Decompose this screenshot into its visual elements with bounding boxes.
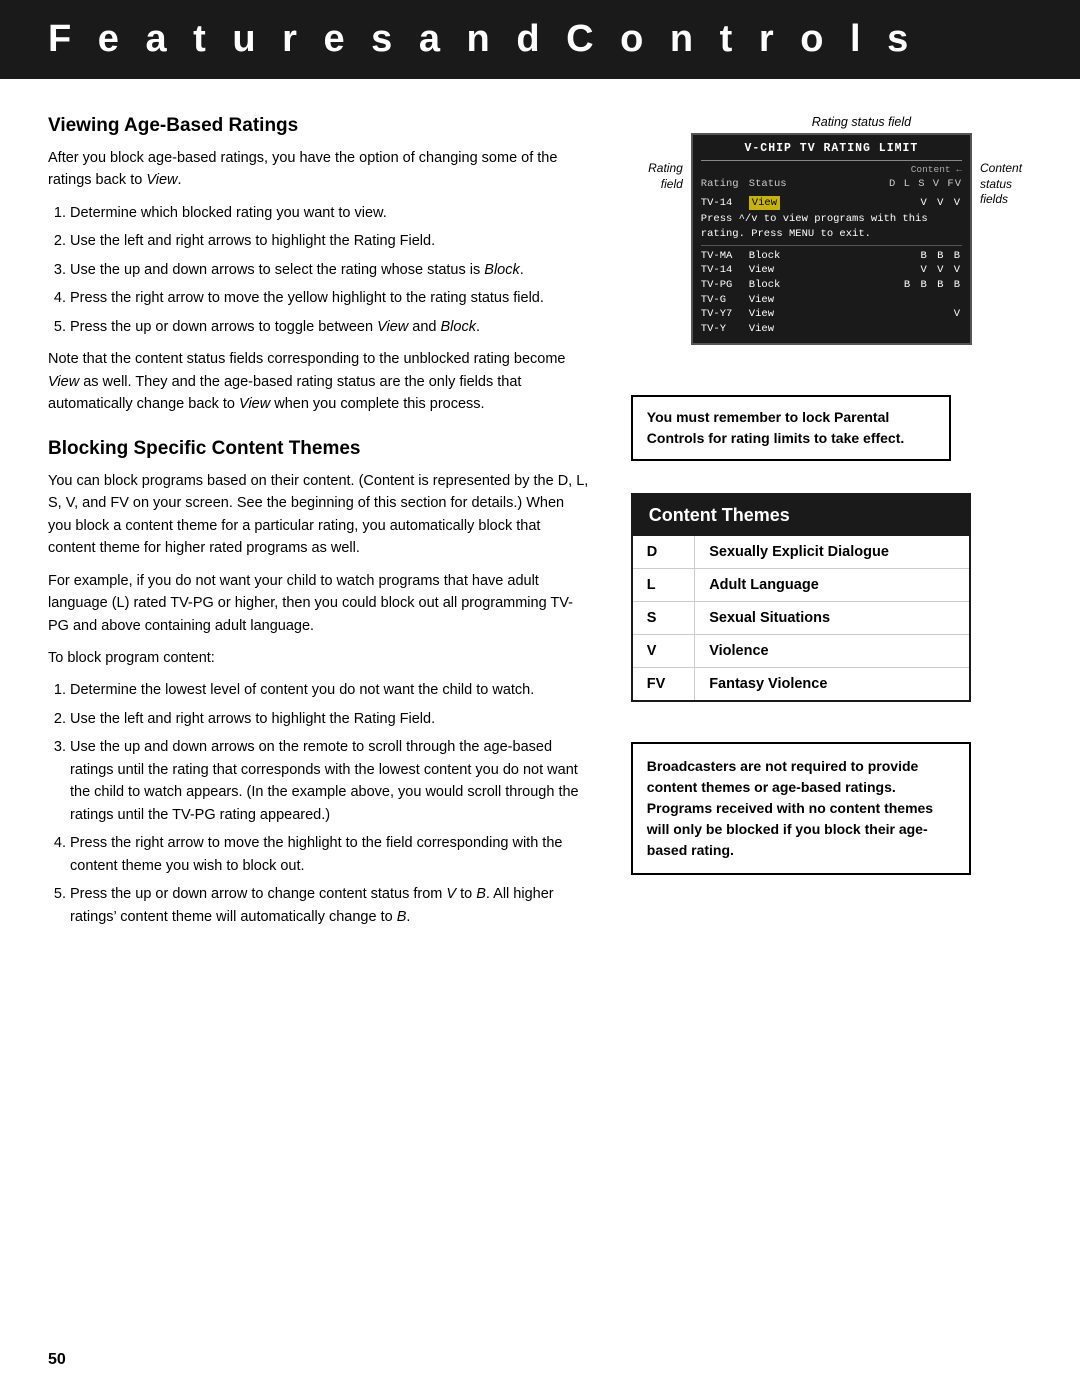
tv-row-tv14: TV-14 View V V V — [701, 263, 962, 278]
tv-row-tvma: TV-MA Block B B B — [701, 249, 962, 264]
tv-row-tvpg: TV-PG Block B B B B — [701, 278, 962, 293]
code-l: L — [633, 568, 695, 601]
highlighted-cols: V V V — [801, 196, 962, 211]
note-text: You must remember to lock Parental Contr… — [647, 409, 904, 446]
desc-sexual-situations: Sexual Situations — [695, 601, 969, 634]
section1-note: Note that the content status fields corr… — [48, 348, 591, 415]
label-fields: fields — [980, 192, 1032, 208]
step-item: Use the up and down arrows to select the… — [70, 259, 591, 281]
step-item: Determine the lowest level of content yo… — [70, 679, 591, 701]
step-item: Press the up or down arrow to change con… — [70, 883, 591, 928]
page-number: 50 — [48, 1351, 66, 1369]
table-row: V Violence — [633, 634, 969, 667]
desc-fantasy-violence: Fantasy Violence — [695, 667, 969, 700]
tv-row-tvy7: TV-Y7 View V — [701, 307, 962, 322]
table-row: L Adult Language — [633, 568, 969, 601]
step-item: Press the up or down arrows to toggle be… — [70, 316, 591, 338]
section-viewing-age-based: Viewing Age-Based Ratings After you bloc… — [48, 115, 591, 416]
step-item: Press the right arrow to move the highli… — [70, 832, 591, 877]
label-content: Content — [980, 161, 1032, 177]
section1-steps: Determine which blocked rating you want … — [70, 202, 591, 338]
diagram-label-top: Rating status field — [691, 115, 1032, 129]
diagram-wrapper: Rating field V-CHIP TV RATING LIMIT Cont… — [631, 133, 1032, 345]
tv-row-tvg: TV-G View — [701, 293, 962, 308]
section2-para1: You can block programs based on their co… — [48, 470, 591, 560]
code-s: S — [633, 601, 695, 634]
diagram-right-labels: Content status fields — [980, 133, 1032, 208]
tv-highlighted-row: TV-14 View V V V — [701, 196, 962, 211]
step-item: Use the left and right arrows to highlig… — [70, 230, 591, 252]
step-item: Use the left and right arrows to highlig… — [70, 708, 591, 730]
content-themes-box: Content Themes D Sexually Explicit Dialo… — [631, 493, 971, 702]
label-rating: Rating — [648, 161, 683, 177]
parental-controls-note: You must remember to lock Parental Contr… — [631, 395, 951, 461]
highlighted-status: View — [749, 196, 801, 211]
diagram-left-labels: Rating field — [631, 133, 683, 192]
content-themes-table: D Sexually Explicit Dialogue L Adult Lan… — [633, 536, 969, 700]
table-row: FV Fantasy Violence — [633, 667, 969, 700]
section2-steps: Determine the lowest level of content yo… — [70, 679, 591, 928]
section2-para2: For example, if you do not want your chi… — [48, 570, 591, 637]
code-v: V — [633, 634, 695, 667]
table-row: D Sexually Explicit Dialogue — [633, 536, 969, 569]
section1-intro: After you block age-based ratings, you h… — [48, 147, 591, 192]
step-item: Determine which blocked rating you want … — [70, 202, 591, 224]
col-header-rating: Rating — [701, 177, 749, 192]
step-item: Press the right arrow to move the yellow… — [70, 287, 591, 309]
bottom-note-text: Broadcasters are not required to provide… — [647, 758, 933, 858]
tv-row-tvy: TV-Y View — [701, 322, 962, 337]
page-header: F e a t u r e s a n d C o n t r o l s — [0, 0, 1080, 79]
tv-title: V-CHIP TV RATING LIMIT — [701, 141, 962, 161]
left-column: Viewing Age-Based Ratings After you bloc… — [48, 115, 591, 938]
section2-heading: Blocking Specific Content Themes — [48, 438, 591, 460]
tv-screen: V-CHIP TV RATING LIMIT Content ← Rating … — [691, 133, 972, 345]
content-themes-title: Content Themes — [633, 495, 969, 536]
highlighted-rating: TV-14 — [701, 196, 749, 211]
code-d: D — [633, 536, 695, 569]
content-arrow-label: Content ← — [801, 163, 962, 177]
section1-heading: Viewing Age-Based Ratings — [48, 115, 591, 137]
desc-violence: Violence — [695, 634, 969, 667]
col-header-status: Status — [749, 177, 801, 192]
step-item: Use the up and down arrows on the remote… — [70, 736, 591, 826]
tv-msg: Press ^/v to view programs with this rat… — [701, 212, 962, 240]
table-row: S Sexual Situations — [633, 601, 969, 634]
section-blocking-content: Blocking Specific Content Themes You can… — [48, 438, 591, 928]
desc-sexually-explicit: Sexually Explicit Dialogue — [695, 536, 969, 569]
bottom-note: Broadcasters are not required to provide… — [631, 742, 971, 875]
col-header-dlsvfv: D L S V FV — [801, 177, 962, 192]
label-status: status — [980, 177, 1032, 193]
label-field: field — [661, 177, 683, 193]
code-fv: FV — [633, 667, 695, 700]
section2-to-block: To block program content: — [48, 647, 591, 669]
diagram-area: Rating status field Rating field V-CHIP … — [631, 115, 1032, 345]
page-title: F e a t u r e s a n d C o n t r o l s — [48, 18, 1032, 61]
desc-adult-language: Adult Language — [695, 568, 969, 601]
right-column: Rating status field Rating field V-CHIP … — [631, 115, 1032, 938]
